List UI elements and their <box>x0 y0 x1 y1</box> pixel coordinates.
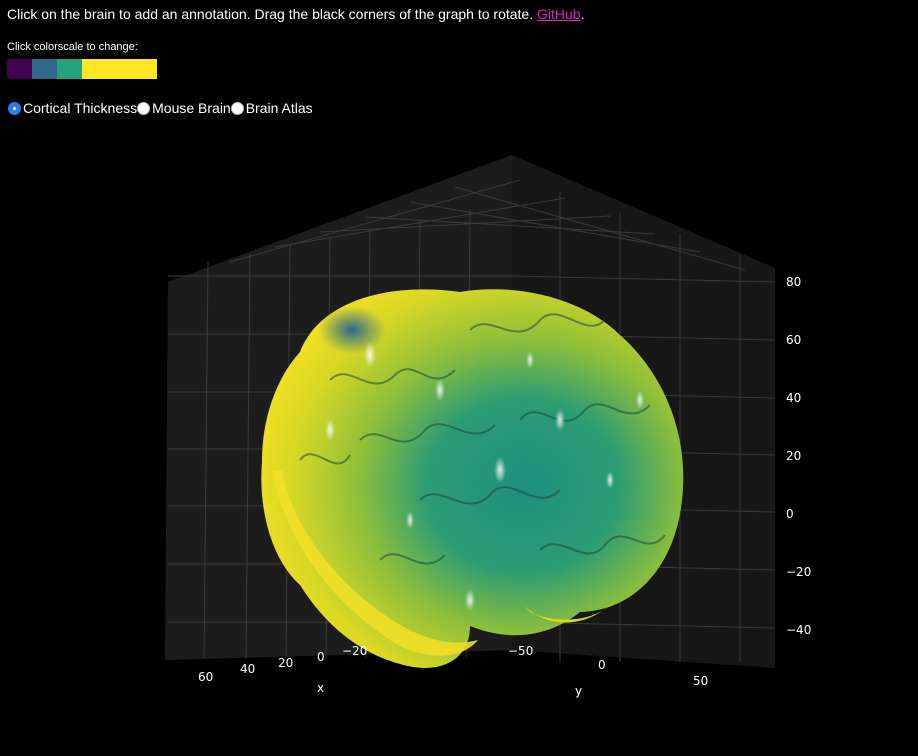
y-tick-label: 0 <box>598 658 606 672</box>
specular-highlight <box>526 351 534 369</box>
z-tick-label: 80 <box>786 275 801 289</box>
y-tick-label: 50 <box>693 674 708 688</box>
specular-highlight <box>494 456 506 484</box>
brain-3d-graph[interactable]: 80 60 40 20 0 −20 −40 60 40 20 0 −20 −50 0 50 x y <box>0 0 918 756</box>
y-axis-label: y <box>575 684 582 698</box>
z-tick-label: 60 <box>786 333 801 347</box>
specular-highlight <box>555 409 565 431</box>
y-tick-label: −50 <box>508 644 533 658</box>
z-tick-label: 20 <box>786 449 801 463</box>
x-tick-label: 20 <box>278 656 293 670</box>
x-tick-label: −20 <box>342 644 367 658</box>
specular-highlight <box>606 471 614 489</box>
x-tick-label: 60 <box>198 670 213 684</box>
specular-highlight <box>364 341 376 369</box>
z-tick-label: −20 <box>786 565 811 579</box>
z-tick-label: 40 <box>786 391 801 405</box>
z-tick-label: 0 <box>786 507 794 521</box>
x-tick-label: 40 <box>240 662 255 676</box>
z-tick-label: −40 <box>786 623 811 637</box>
x-tick-label: 0 <box>317 650 325 664</box>
specular-highlight <box>636 391 644 409</box>
specular-highlight <box>325 419 335 441</box>
specular-highlight <box>465 589 475 611</box>
x-axis-label: x <box>317 681 324 695</box>
specular-highlight <box>435 379 445 401</box>
specular-highlight <box>406 511 414 529</box>
